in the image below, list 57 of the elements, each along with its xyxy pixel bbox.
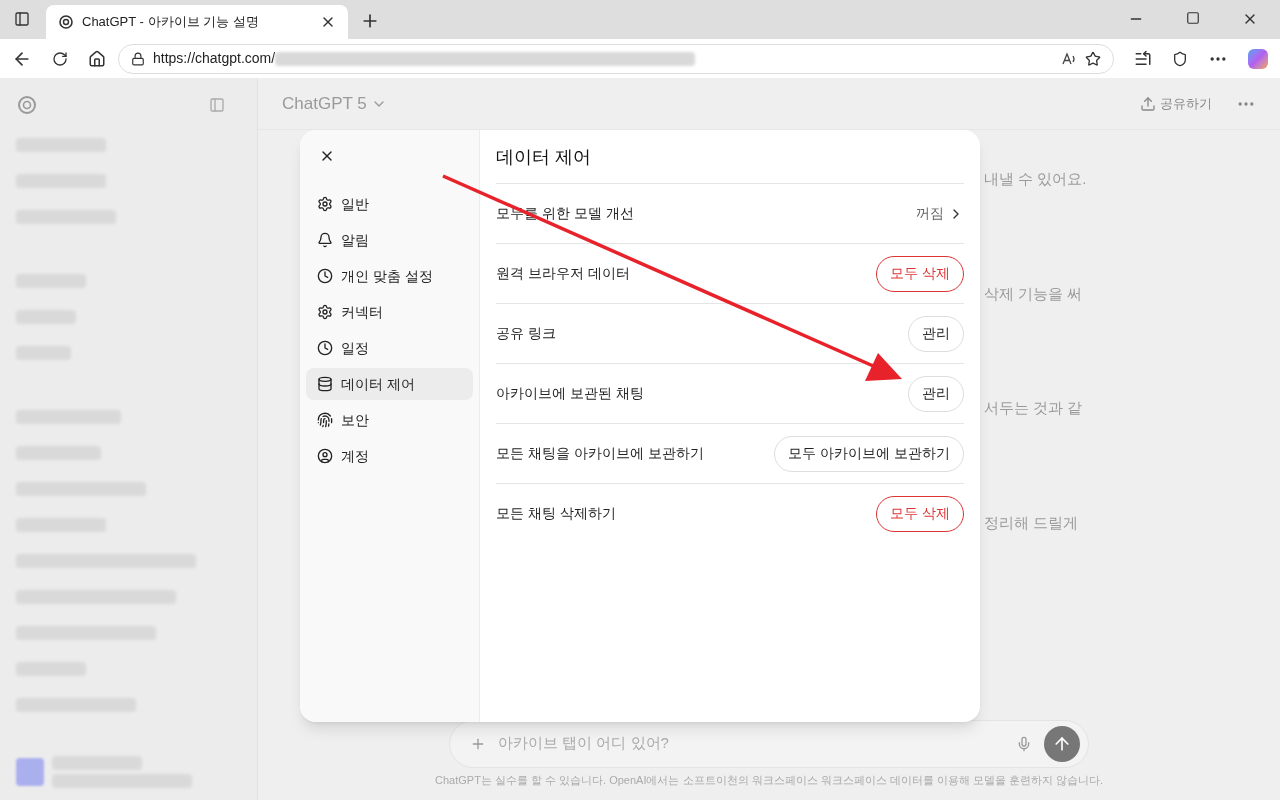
star-icon[interactable] xyxy=(1085,50,1101,67)
maximize-icon[interactable] xyxy=(1186,11,1200,25)
nav-label: 일반 xyxy=(341,194,369,214)
settings-nav-item[interactable]: 계정 xyxy=(306,440,473,472)
message-input[interactable]: 아카이브 탭이 어디 있어? xyxy=(498,732,1004,755)
nav-label: 커넥터 xyxy=(341,302,383,322)
settings-nav-item[interactable]: 일반 xyxy=(306,188,473,220)
read-aloud-icon[interactable] xyxy=(1061,50,1077,67)
address-bar[interactable]: https://chatgpt.com/ xyxy=(118,43,1114,74)
nav-label: 보안 xyxy=(341,410,369,430)
setting-label: 아카이브에 보관된 채팅 xyxy=(496,384,644,403)
sidebar-toggle-icon[interactable] xyxy=(209,97,225,113)
nav-label: 계정 xyxy=(341,446,369,466)
shield-icon[interactable] xyxy=(1172,50,1188,67)
setting-label: 모든 채팅 삭제하기 xyxy=(496,504,616,523)
setting-label: 공유 링크 xyxy=(496,324,556,343)
reload-icon[interactable] xyxy=(52,50,68,67)
tab-title: ChatGPT - 아카이브 기능 설명 xyxy=(82,13,260,32)
settings-nav-item[interactable]: 일정 xyxy=(306,332,473,364)
copilot-icon[interactable] xyxy=(1248,48,1268,69)
setting-label: 모든 채팅을 아카이브에 보관하기 xyxy=(496,444,704,463)
chat-message-fragment: 내낼 수 있어요. xyxy=(984,169,1088,189)
dialog-title: 데이터 제어 xyxy=(496,146,592,169)
clock-icon xyxy=(317,268,333,284)
send-button[interactable] xyxy=(1044,725,1080,762)
setting-value-link[interactable]: 꺼짐 xyxy=(916,203,964,224)
composer[interactable]: 아카이브 탭이 어디 있어? xyxy=(449,719,1089,768)
logo-icon xyxy=(16,94,38,116)
nav-label: 데이터 제어 xyxy=(341,374,415,394)
setting-label: 원격 브라우저 데이터 xyxy=(496,264,630,283)
home-icon[interactable] xyxy=(88,49,106,68)
nav-label: 일정 xyxy=(341,338,369,358)
sidebar-toggle-icon[interactable] xyxy=(14,11,30,27)
chat-message-fragment: 삭제 기능을 써 xyxy=(984,283,1084,304)
clock-icon xyxy=(317,340,333,356)
upload-icon xyxy=(1140,95,1156,112)
gear-icon xyxy=(317,196,333,212)
favorites-icon[interactable] xyxy=(1134,49,1152,68)
settings-nav-item[interactable]: 알림 xyxy=(306,224,473,256)
fingerprint-icon xyxy=(317,412,333,428)
bell-icon xyxy=(317,232,333,248)
settings-nav-item[interactable]: 커넥터 xyxy=(306,296,473,328)
browser-tab[interactable]: ChatGPT - 아카이브 기능 설명 xyxy=(46,5,348,39)
logo-icon xyxy=(58,14,74,30)
nav-label: 알림 xyxy=(341,230,369,250)
nav-label: 개인 맞춤 설정 xyxy=(341,266,433,286)
settings-nav-item[interactable]: 개인 맞춤 설정 xyxy=(306,260,473,292)
database-icon xyxy=(317,376,333,392)
chat-message-fragment: 서두는 것과 같 xyxy=(984,398,1084,418)
chat-message-fragment: 정리해 드릴게 xyxy=(984,512,1080,533)
lock-icon xyxy=(131,51,145,66)
url-text: https://chatgpt.com/ xyxy=(153,49,276,68)
settings-nav-item[interactable]: 보안 xyxy=(306,404,473,436)
person-icon xyxy=(317,448,333,464)
settings-nav-item[interactable]: 데이터 제어 xyxy=(306,368,473,400)
microphone-icon[interactable] xyxy=(1016,735,1032,752)
disclaimer-text: ChatGPT는 실수를 할 수 있습니다. OpenAI에서는 소프트이천의 워크스페이스 워크스페이스 데이터를 이용해 모델을 훈련하지 않습니다. xyxy=(434,772,1104,788)
